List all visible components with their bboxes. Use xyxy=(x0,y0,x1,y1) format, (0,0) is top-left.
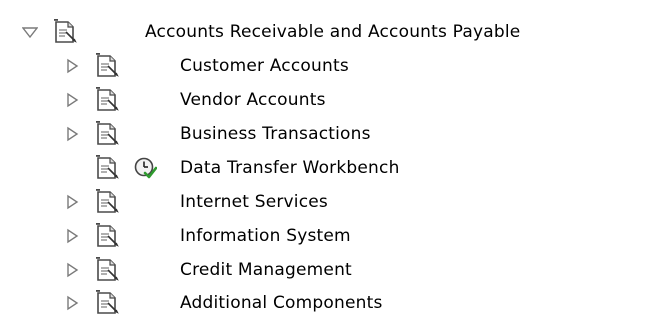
tree-node-label: Vendor Accounts xyxy=(180,90,326,110)
document-folder-icon xyxy=(95,189,121,215)
tree-node-label: Internet Services xyxy=(180,192,328,212)
document-folder-icon xyxy=(95,121,121,147)
tree-node-label: Information System xyxy=(180,226,351,246)
expand-triangle-icon[interactable] xyxy=(64,295,80,311)
document-folder-icon xyxy=(95,290,121,316)
tree-node-label: Customer Accounts xyxy=(180,56,349,76)
expand-triangle-icon[interactable] xyxy=(64,58,80,74)
transaction-clock-icon xyxy=(133,156,157,180)
tree-node-label: Business Transactions xyxy=(180,124,371,144)
tree-node-additional-components[interactable]: Additional Components xyxy=(0,286,640,320)
expand-triangle-icon[interactable] xyxy=(64,262,80,278)
document-folder-icon xyxy=(95,53,121,79)
tree-node-business-transactions[interactable]: Business Transactions xyxy=(0,117,640,151)
tree-node-credit-management[interactable]: Credit Management xyxy=(0,253,640,287)
tree-node-vendor-accounts[interactable]: Vendor Accounts xyxy=(0,83,640,117)
tree-node-label: Additional Components xyxy=(180,293,383,313)
expand-triangle-icon[interactable] xyxy=(64,92,80,108)
tree-node-accounts-receivable-payable[interactable]: Accounts Receivable and Accounts Payable xyxy=(0,15,640,49)
tree-node-information-system[interactable]: Information System xyxy=(0,219,640,253)
tree-node-data-transfer-workbench[interactable]: Data Transfer Workbench xyxy=(0,151,640,185)
menu-tree: Accounts Receivable and Accounts Payable… xyxy=(0,0,658,314)
collapse-triangle-icon[interactable] xyxy=(22,24,38,40)
document-folder-icon xyxy=(53,19,79,45)
tree-node-label: Accounts Receivable and Accounts Payable xyxy=(145,22,521,42)
document-folder-icon xyxy=(95,257,121,283)
expand-triangle-icon[interactable] xyxy=(64,126,80,142)
tree-node-internet-services[interactable]: Internet Services xyxy=(0,185,640,219)
tree-node-label: Data Transfer Workbench xyxy=(180,158,400,178)
document-folder-icon xyxy=(95,155,121,181)
expand-triangle-icon[interactable] xyxy=(64,194,80,210)
document-folder-icon xyxy=(95,223,121,249)
document-folder-icon xyxy=(95,87,121,113)
tree-node-label: Credit Management xyxy=(180,260,352,280)
expand-triangle-icon[interactable] xyxy=(64,228,80,244)
tree-node-customer-accounts[interactable]: Customer Accounts xyxy=(0,49,640,83)
